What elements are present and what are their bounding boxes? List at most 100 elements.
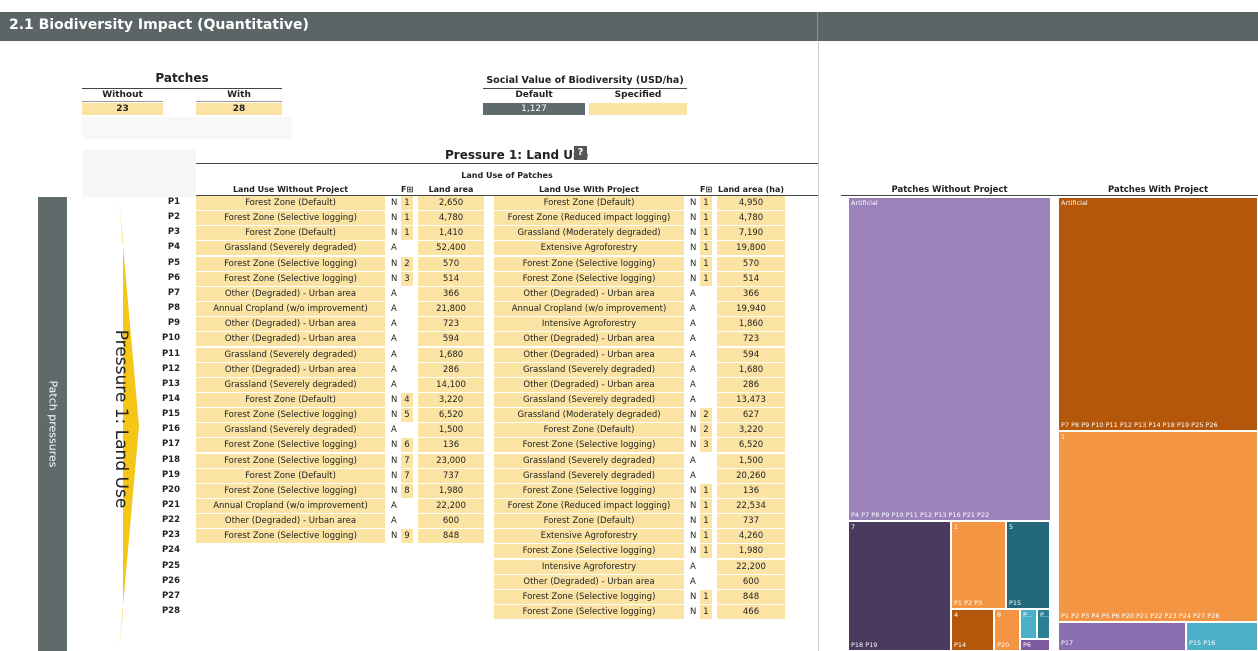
area-with[interactable]: 6,520 <box>717 438 785 453</box>
area-with[interactable]: 1,500 <box>717 453 785 468</box>
land-use-without[interactable]: Forest Zone (Selective logging) <box>196 256 385 271</box>
land-use-without[interactable]: Other (Degraded) - Urban area <box>196 317 385 332</box>
area-without[interactable]: 514 <box>418 271 484 286</box>
number-with[interactable]: 2 <box>700 423 712 438</box>
land-use-with[interactable]: Forest Zone (Selective logging) <box>494 483 684 498</box>
area-with[interactable]: 723 <box>717 332 785 347</box>
area-without[interactable]: 3,220 <box>418 392 484 407</box>
area-without[interactable]: 4,780 <box>418 211 484 226</box>
area-without[interactable]: 594 <box>418 332 484 347</box>
land-use-with[interactable]: Grassland (Severely degraded) <box>494 453 684 468</box>
land-use-without[interactable]: Other (Degraded) - Urban area <box>196 332 385 347</box>
area-with[interactable]: 13,473 <box>717 392 785 407</box>
land-use-without[interactable]: Forest Zone (Selective logging) <box>196 408 385 423</box>
area-with[interactable]: 1,980 <box>717 544 785 559</box>
area-without[interactable]: 1,410 <box>418 226 484 241</box>
land-use-with[interactable]: Forest Zone (Selective logging) <box>494 256 684 271</box>
number-without[interactable]: 3 <box>401 271 413 286</box>
land-use-with[interactable]: Grassland (Severely degraded) <box>494 468 684 483</box>
area-without[interactable]: 600 <box>418 514 484 529</box>
area-without[interactable]: 21,800 <box>418 302 484 317</box>
area-with[interactable]: 366 <box>717 286 785 301</box>
area-with[interactable]: 627 <box>717 408 785 423</box>
number-with[interactable]: 1 <box>700 544 712 559</box>
land-use-with[interactable]: Other (Degraded) - Urban area <box>494 286 684 301</box>
land-use-with[interactable]: Forest Zone (Default) <box>494 514 684 529</box>
area-with[interactable]: 848 <box>717 589 785 604</box>
land-use-without[interactable]: Grassland (Severely degraded) <box>196 377 385 392</box>
number-with[interactable]: 1 <box>700 256 712 271</box>
area-without[interactable]: 1,980 <box>418 483 484 498</box>
land-use-with[interactable]: Forest Zone (Selective logging) <box>494 605 684 620</box>
land-use-without[interactable]: Forest Zone (Selective logging) <box>196 453 385 468</box>
land-use-with[interactable]: Forest Zone (Selective logging) <box>494 438 684 453</box>
number-with[interactable]: 1 <box>700 271 712 286</box>
number-with[interactable]: 1 <box>700 605 712 620</box>
land-use-with[interactable]: Extensive Agroforestry <box>494 529 684 544</box>
area-without[interactable]: 6,520 <box>418 408 484 423</box>
area-with[interactable]: 3,220 <box>717 423 785 438</box>
number-without[interactable]: 1 <box>401 226 413 241</box>
area-with[interactable]: 22,534 <box>717 499 785 513</box>
land-use-without[interactable]: Grassland (Severely degraded) <box>196 241 385 256</box>
number-without[interactable]: 7 <box>401 453 413 468</box>
land-use-with[interactable]: Other (Degraded) - Urban area <box>494 347 684 362</box>
number-with[interactable]: 1 <box>700 241 712 256</box>
land-use-with[interactable]: Annual Cropland (w/o improvement) <box>494 302 684 317</box>
specified-social-value-input[interactable] <box>589 103 687 115</box>
number-without[interactable]: 9 <box>401 529 413 544</box>
area-without[interactable]: 52,400 <box>418 241 484 256</box>
area-with[interactable]: 136 <box>717 483 785 498</box>
land-use-without[interactable]: Forest Zone (Selective logging) <box>196 529 385 544</box>
number-without[interactable]: 2 <box>401 256 413 271</box>
number-without[interactable]: 1 <box>401 196 413 210</box>
area-with[interactable]: 20,260 <box>717 468 785 483</box>
area-with[interactable]: 19,800 <box>717 241 785 256</box>
patches-without-value[interactable]: 23 <box>82 103 163 115</box>
number-with[interactable]: 3 <box>700 438 712 453</box>
land-use-with[interactable]: Forest Zone (Selective logging) <box>494 544 684 559</box>
land-use-with[interactable]: Other (Degraded) - Urban area <box>494 377 684 392</box>
land-use-without[interactable]: Grassland (Severely degraded) <box>196 347 385 362</box>
land-use-with[interactable]: Forest Zone (Reduced impact logging) <box>494 211 684 226</box>
land-use-with[interactable]: Grassland (Moderately degraded) <box>494 408 684 423</box>
area-with[interactable]: 4,260 <box>717 529 785 544</box>
area-without[interactable]: 1,500 <box>418 423 484 438</box>
land-use-with[interactable]: Other (Degraded) - Urban area <box>494 332 684 347</box>
land-use-with[interactable]: Intensive Agroforestry <box>494 317 684 332</box>
land-use-without[interactable]: Forest Zone (Default) <box>196 196 385 210</box>
area-without[interactable]: 737 <box>418 468 484 483</box>
land-use-without[interactable]: Other (Degraded) - Urban area <box>196 514 385 529</box>
number-without[interactable]: 8 <box>401 483 413 498</box>
land-use-with[interactable]: Grassland (Moderately degraded) <box>494 226 684 241</box>
land-use-without[interactable]: Other (Degraded) - Urban area <box>196 286 385 301</box>
land-use-without[interactable]: Annual Cropland (w/o improvement) <box>196 499 385 513</box>
number-with[interactable]: 1 <box>700 589 712 604</box>
area-with[interactable]: 600 <box>717 574 785 589</box>
area-without[interactable]: 136 <box>418 438 484 453</box>
number-with[interactable]: 1 <box>700 499 712 513</box>
number-with[interactable]: 2 <box>700 408 712 423</box>
land-use-with[interactable]: Forest Zone (Selective logging) <box>494 271 684 286</box>
area-with[interactable]: 4,950 <box>717 196 785 210</box>
area-without[interactable]: 848 <box>418 529 484 544</box>
land-use-without[interactable]: Forest Zone (Default) <box>196 468 385 483</box>
area-with[interactable]: 4,780 <box>717 211 785 226</box>
area-without[interactable]: 286 <box>418 362 484 377</box>
land-use-without[interactable]: Forest Zone (Default) <box>196 392 385 407</box>
area-with[interactable]: 1,680 <box>717 362 785 377</box>
area-without[interactable]: 14,100 <box>418 377 484 392</box>
land-use-with[interactable]: Grassland (Severely degraded) <box>494 392 684 407</box>
land-use-without[interactable]: Annual Cropland (w/o improvement) <box>196 302 385 317</box>
land-use-with[interactable]: Extensive Agroforestry <box>494 241 684 256</box>
land-use-without[interactable]: Grassland (Severely degraded) <box>196 423 385 438</box>
area-with[interactable]: 737 <box>717 514 785 529</box>
area-with[interactable]: 19,940 <box>717 302 785 317</box>
area-with[interactable]: 570 <box>717 256 785 271</box>
land-use-with[interactable]: Other (Degraded) - Urban area <box>494 574 684 589</box>
number-with[interactable]: 1 <box>700 483 712 498</box>
land-use-with[interactable]: Forest Zone (Default) <box>494 196 684 210</box>
area-without[interactable]: 23,000 <box>418 453 484 468</box>
area-without[interactable]: 723 <box>418 317 484 332</box>
land-use-without[interactable]: Forest Zone (Selective logging) <box>196 271 385 286</box>
